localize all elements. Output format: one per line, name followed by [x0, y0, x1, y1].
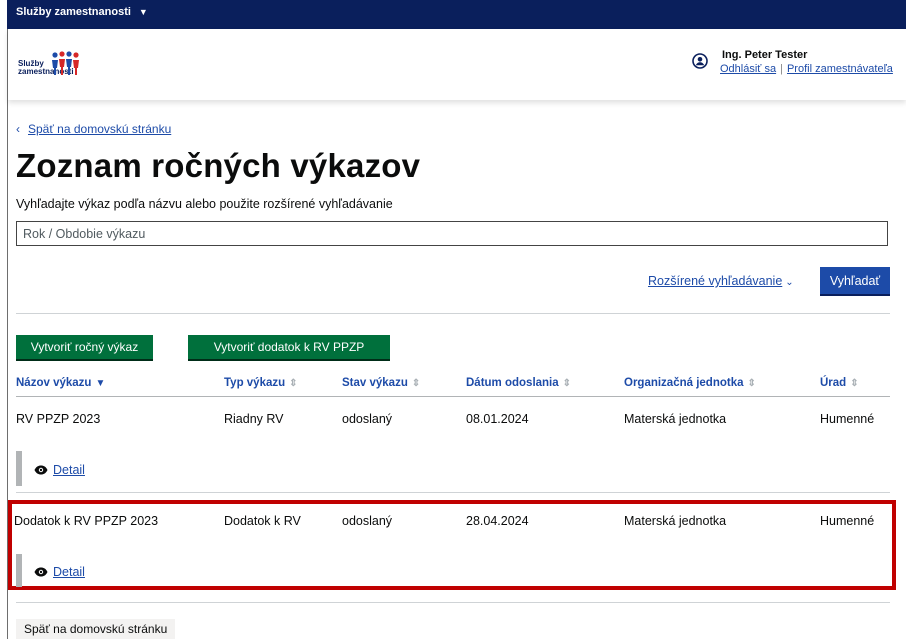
- detail-label: Detail: [53, 565, 85, 579]
- back-to-home-button[interactable]: Späť na domovskú stránku: [16, 619, 176, 639]
- eye-icon: [34, 465, 48, 475]
- caret-down-icon: ▼: [138, 7, 148, 17]
- logo-icon: [52, 51, 79, 75]
- table-header-divider: [16, 396, 890, 397]
- chevron-left-icon: ‹: [16, 122, 20, 136]
- detail-link[interactable]: Detail: [34, 565, 85, 579]
- cell-type: Riadny RV: [224, 412, 284, 426]
- site-header: Služby zamestnanosti Ing. Peter Tester O…: [8, 29, 906, 100]
- eye-icon: [34, 567, 48, 577]
- cell-status: odoslaný: [342, 412, 393, 426]
- top-navigation-bar: Služby zamestnanosti ▼: [7, 0, 906, 29]
- employer-profile-link[interactable]: Profil zamestnávateľa: [787, 63, 893, 75]
- column-header-name[interactable]: Názov výkazu ▼: [16, 377, 105, 389]
- advanced-search-label: Rozšírené vyhľadávanie: [648, 274, 783, 288]
- detail-border: [16, 554, 22, 587]
- detail-link[interactable]: Detail: [34, 463, 85, 477]
- column-header-unit[interactable]: Organizačná jednotka ⇕: [624, 377, 756, 389]
- column-header-date[interactable]: Dátum odoslania ⇕: [466, 377, 571, 389]
- column-header-label: Organizačná jednotka: [624, 377, 744, 389]
- user-icon: [692, 53, 708, 69]
- services-menu-label: Služby zamestnanosti: [16, 6, 131, 18]
- sort-icon: ⇕: [411, 378, 421, 389]
- detail-label: Detail: [53, 463, 85, 477]
- sort-icon: ⇕: [850, 378, 859, 389]
- back-link-label: Späť na domovskú stránku: [28, 122, 172, 136]
- cell-date: 28.04.2024: [466, 514, 529, 528]
- search-hint: Vyhľadajte výkaz podľa názvu alebo použi…: [16, 197, 393, 211]
- cell-office: Humenné: [820, 514, 875, 528]
- cell-unit: Materská jednotka: [624, 412, 727, 426]
- column-header-label: Typ výkazu: [224, 377, 286, 389]
- sort-icon: ⇕: [747, 378, 756, 389]
- column-header-type[interactable]: Typ výkazu ⇕: [224, 377, 298, 389]
- sort-icon: ⇕: [562, 378, 572, 389]
- row-divider: [16, 602, 890, 603]
- page-title: Zoznam ročných výkazov: [16, 147, 421, 184]
- cell-unit: Materská jednotka: [624, 514, 727, 528]
- sort-desc-icon: ▼: [95, 378, 106, 389]
- cell-type: Dodatok k RV: [224, 514, 301, 528]
- create-amendment-button[interactable]: Vytvoriť dodatok k RV PPZP: [188, 335, 390, 359]
- column-header-label: Názov výkazu: [16, 377, 92, 389]
- cell-office: Humenné: [820, 412, 875, 426]
- column-header-status[interactable]: Stav výkazu ⇕: [342, 377, 420, 389]
- column-header-office[interactable]: Úrad ⇕: [820, 377, 859, 389]
- detail-border: [16, 451, 22, 486]
- column-header-label: Úrad: [820, 377, 847, 389]
- section-divider: [16, 313, 890, 314]
- link-separator: |: [780, 63, 783, 75]
- create-annual-report-button[interactable]: Vytvoriť ročný výkaz: [16, 335, 153, 359]
- cell-date: 08.01.2024: [466, 412, 529, 426]
- logout-link[interactable]: Odhlásiť sa: [720, 63, 776, 75]
- column-header-label: Stav výkazu: [342, 377, 408, 389]
- advanced-search-toggle[interactable]: Rozšírené vyhľadávanie ⌄: [648, 274, 794, 288]
- cell-name: Dodatok k RV PPZP 2023: [14, 514, 159, 528]
- user-links: Odhlásiť sa | Profil zamestnávateľa: [720, 63, 893, 75]
- site-logo[interactable]: Služby zamestnanosti: [18, 51, 108, 81]
- search-input[interactable]: [16, 221, 888, 246]
- sort-icon: ⇕: [289, 378, 298, 389]
- services-menu[interactable]: Služby zamestnanosti ▼: [16, 6, 148, 18]
- row-divider: [16, 492, 890, 493]
- cell-name: RV PPZP 2023: [16, 412, 101, 426]
- cell-status: odoslaný: [342, 514, 393, 528]
- user-name: Ing. Peter Tester: [722, 49, 808, 61]
- column-header-label: Dátum odoslania: [466, 377, 559, 389]
- search-button[interactable]: Vyhľadať: [820, 267, 890, 294]
- back-to-home-link[interactable]: ‹ Späť na domovskú stránku: [16, 122, 171, 136]
- chevron-down-icon: ⌄: [785, 277, 794, 288]
